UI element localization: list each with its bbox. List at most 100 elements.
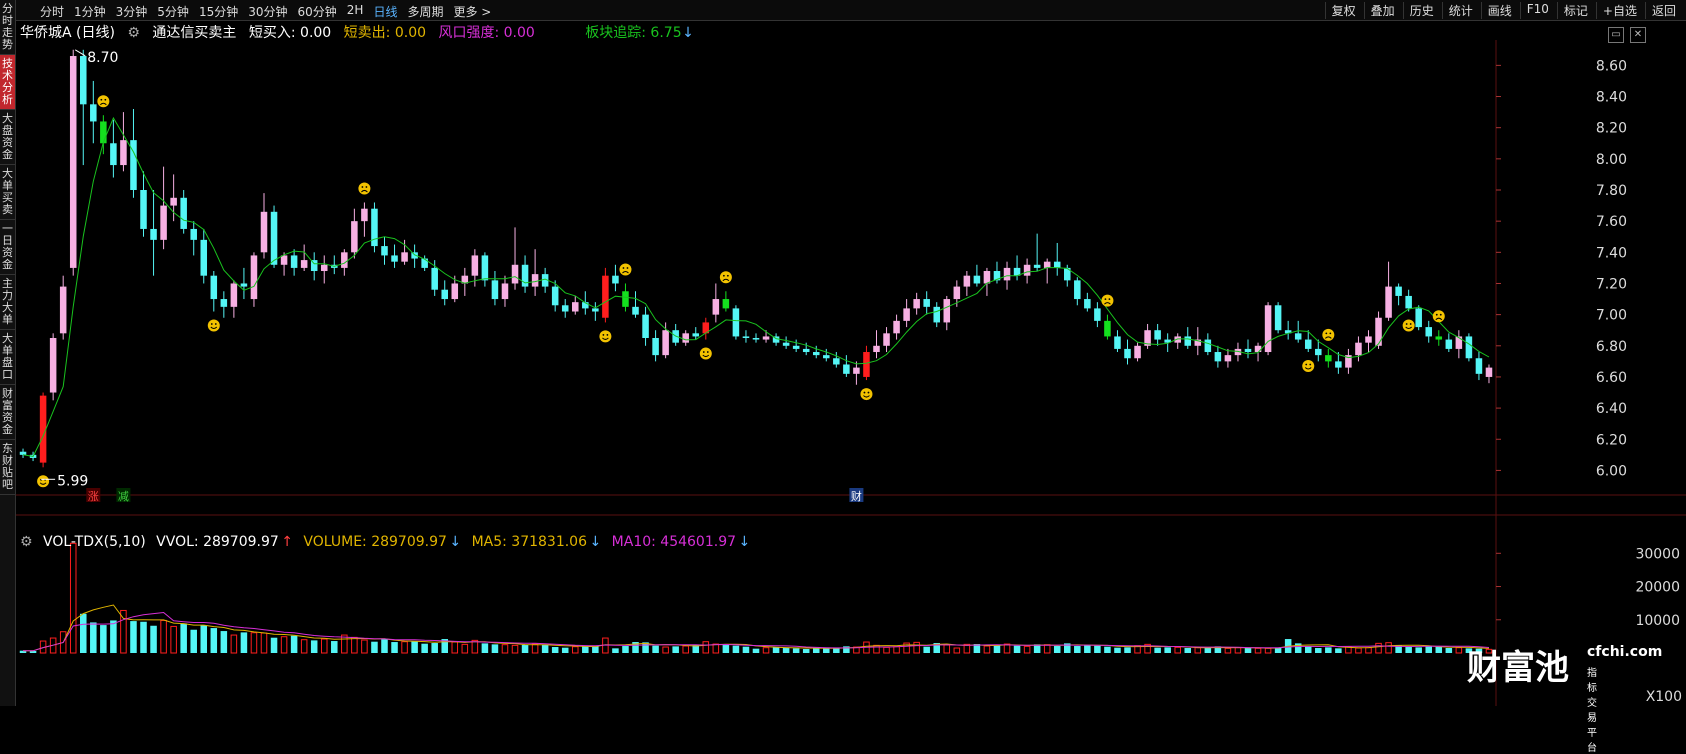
tool-button-3[interactable]: 统计 — [1441, 2, 1479, 19]
settings-icon[interactable]: ⚙ — [127, 25, 140, 41]
volume-header: ⚙ VOL-TDX(5,10) VVOL: 289709.97 ↑ VOLUME… — [20, 534, 756, 550]
smile-face-icon — [37, 475, 50, 488]
volume-bar — [1325, 647, 1332, 653]
tool-button-4[interactable]: 画线 — [1480, 2, 1518, 19]
volume-bar — [431, 643, 438, 653]
volume-bar — [1074, 646, 1081, 653]
face-eye — [1325, 332, 1328, 335]
candle-body — [1154, 330, 1161, 340]
candle-body — [1475, 358, 1483, 374]
face-circle — [1322, 328, 1335, 341]
period-tab-2[interactable]: 3分钟 — [116, 3, 148, 20]
watermark-logo: 财富池 — [1467, 648, 1569, 688]
stock-name[interactable]: 华侨城A (日线) — [20, 25, 115, 41]
indicator-name[interactable]: 通达信买卖主 — [152, 25, 236, 41]
price-tick-label: 6.00 — [1596, 463, 1627, 479]
sidebar-item-5[interactable]: 主力大单 — [0, 275, 15, 330]
sidebar-item-1[interactable]: 技术分析 — [0, 55, 15, 110]
volume-bar — [310, 640, 318, 653]
sidebar-item-2[interactable]: 大盘资金 — [0, 110, 15, 165]
vol-indicator-name[interactable]: VOL-TDX(5,10) — [43, 534, 146, 550]
candle-body — [843, 364, 850, 374]
period-tab-6[interactable]: 60分钟 — [298, 3, 337, 20]
volume-bar — [1415, 647, 1422, 653]
candle-body — [722, 299, 730, 309]
tool-button-7[interactable]: +自选 — [1595, 2, 1643, 19]
volume-bar — [812, 648, 820, 653]
tool-button-1[interactable]: 叠加 — [1363, 2, 1401, 19]
close-panel-icon[interactable]: ✕ — [1630, 27, 1646, 43]
face-eye — [1405, 323, 1408, 325]
candle-body — [592, 308, 599, 312]
restore-window-icon[interactable]: ▭ — [1608, 27, 1624, 43]
volume-bar — [923, 646, 930, 653]
arrow-down-icon: ↓ — [682, 25, 694, 41]
volume-bar — [190, 629, 197, 653]
period-tab-3[interactable]: 5分钟 — [157, 3, 189, 20]
volume-bar — [762, 647, 770, 654]
candle-body — [1294, 333, 1302, 340]
candle-body — [943, 299, 951, 323]
tool-button-5[interactable]: F10 — [1519, 2, 1555, 19]
candle-body — [883, 333, 890, 346]
price-tick-label: 7.60 — [1596, 214, 1627, 230]
price-tick-label: 7.40 — [1596, 245, 1627, 261]
period-tab-7[interactable]: 2H — [347, 3, 364, 20]
candle-body — [421, 258, 428, 268]
tool-button-2[interactable]: 历史 — [1402, 2, 1440, 19]
face-eye — [863, 391, 866, 394]
period-tab-4[interactable]: 15分钟 — [199, 3, 238, 20]
volume-bar — [320, 638, 328, 654]
sidebar-item-7[interactable]: 财富资金 — [0, 385, 15, 440]
stock-chart-canvas[interactable]: 8.60 8.40 8.20 8.00 7.80 7.60 7.40 7.20 7.00 6.80… — [0, 0, 1686, 706]
sidebar-item-3[interactable]: 大单买卖 — [0, 165, 15, 220]
candle-body — [1455, 336, 1463, 349]
tool-button-0[interactable]: 复权 — [1324, 2, 1362, 19]
period-tab-10[interactable]: 更多 > — [453, 3, 491, 20]
candle-body — [180, 197, 187, 229]
volume-bar — [883, 646, 890, 654]
candle-body — [1465, 336, 1473, 359]
candle-body — [983, 271, 991, 284]
candle-body — [1134, 345, 1141, 359]
volume-bar — [772, 647, 780, 653]
candle-body — [160, 205, 167, 240]
volume-bar — [250, 632, 258, 654]
volume-bar — [1234, 647, 1242, 654]
sidebar-item-8[interactable]: 东财贴吧 — [0, 440, 15, 495]
volume-bar — [230, 634, 238, 654]
period-tab-9[interactable]: 多周期 — [407, 3, 443, 20]
settings-icon[interactable]: ⚙ — [20, 534, 33, 550]
candle-body — [1425, 327, 1432, 337]
volume-bar — [140, 621, 147, 653]
sector-value: 板块追踪: 6.75 — [585, 25, 682, 41]
watermark-site: cfchi.com — [1587, 644, 1663, 660]
candle-body — [381, 246, 388, 256]
period-tab-8[interactable]: 日线 — [373, 3, 397, 20]
volume-tick-label: 30000 — [1635, 546, 1680, 562]
volume-bar — [1355, 647, 1362, 654]
volume-bar — [652, 645, 659, 653]
volume-bar — [993, 645, 1001, 653]
candle-body — [471, 255, 479, 276]
volume-bar — [792, 648, 800, 653]
candle-body — [752, 338, 760, 340]
volume-tick-label: 20000 — [1635, 580, 1680, 596]
candle-body — [1375, 317, 1382, 346]
candle-body — [1124, 348, 1131, 359]
sidebar-item-4[interactable]: 一日资金 — [0, 220, 15, 275]
period-tab-5[interactable]: 30分钟 — [248, 3, 287, 20]
sidebar-item-0[interactable]: 分时走势 — [0, 0, 15, 55]
candle-body — [1204, 339, 1212, 353]
candle-body — [652, 338, 659, 356]
candle-body — [1395, 286, 1402, 296]
price-tick-label: 6.40 — [1596, 401, 1627, 417]
volume-bar — [752, 648, 760, 653]
volume-bar — [80, 613, 87, 653]
tool-button-6[interactable]: 标记 — [1556, 2, 1594, 19]
sidebar-item-6[interactable]: 大单盘口 — [0, 330, 15, 385]
tool-button-8[interactable]: 返回 — [1644, 2, 1682, 19]
candle-body — [39, 395, 47, 463]
period-tab-0[interactable]: 分时 — [40, 3, 64, 20]
period-tab-1[interactable]: 1分钟 — [74, 3, 106, 20]
